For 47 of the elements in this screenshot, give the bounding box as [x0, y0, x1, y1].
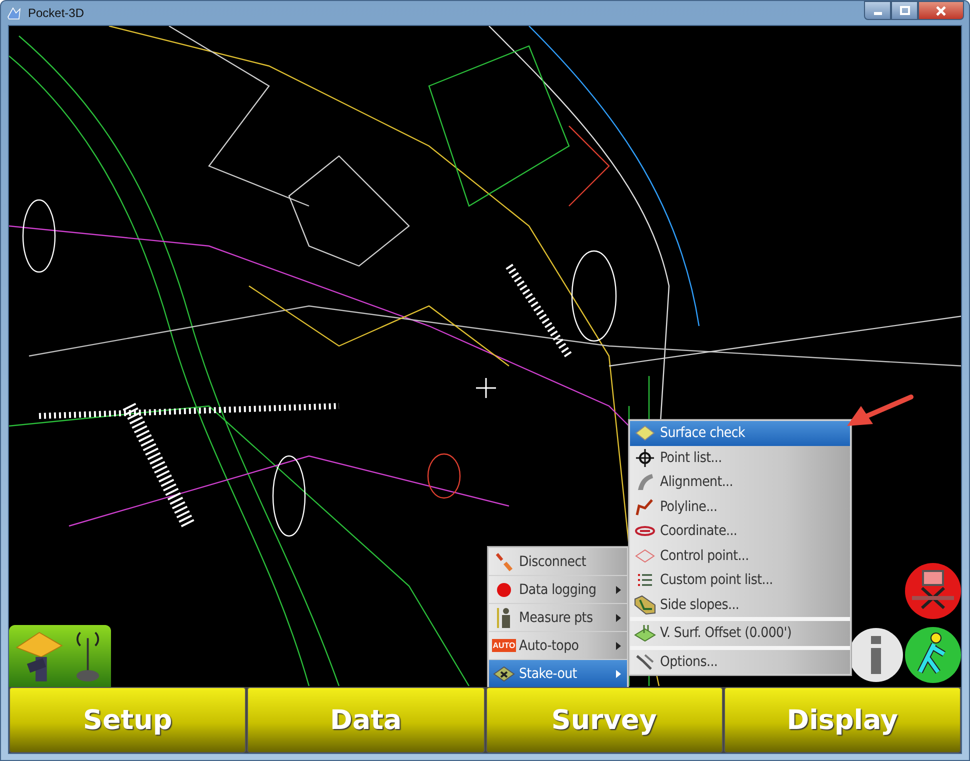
menu-item[interactable]: Point list...	[630, 446, 850, 470]
menu-item[interactable]: Data logging	[489, 576, 627, 603]
submenu-arrow-icon	[616, 642, 621, 650]
app-logo-icon	[6, 5, 22, 21]
close-icon	[935, 6, 947, 16]
polyline-icon	[635, 498, 655, 516]
menu-item[interactable]: AUTO Auto-topo	[489, 632, 627, 659]
diamond-outline-icon	[635, 548, 655, 563]
record-icon	[496, 582, 512, 598]
menu-item[interactable]: Disconnect	[489, 548, 627, 575]
crosshair-icon	[476, 378, 496, 398]
menu-item[interactable]: V. Surf. Offset (0.000')	[630, 617, 850, 646]
maximize-icon	[900, 6, 910, 16]
menu-item[interactable]: Coordinate...	[630, 519, 850, 544]
window-title: Pocket-3D	[28, 6, 84, 20]
wrench-icon	[635, 652, 655, 671]
minimize-icon	[874, 12, 882, 15]
curved-road-icon	[636, 473, 654, 492]
close-button[interactable]	[918, 1, 964, 20]
plug-icon	[494, 552, 514, 572]
device-status-panel[interactable]	[9, 625, 111, 687]
menu-item[interactable]: Control point...	[630, 544, 850, 568]
submenu-arrow-icon	[616, 670, 621, 678]
slope-icon	[634, 594, 656, 615]
menu-item[interactable]: Stake-out	[489, 660, 627, 687]
auto-badge: AUTO	[492, 639, 516, 652]
crosshair-target-icon	[636, 448, 654, 467]
minimize-button[interactable]	[864, 1, 891, 20]
menu-item[interactable]: Surface check	[630, 421, 850, 446]
station-cross-icon[interactable]	[904, 562, 961, 620]
menu-item[interactable]: Alignment...	[630, 470, 850, 494]
menu-item[interactable]: Custom point list...	[630, 568, 850, 592]
menu-item[interactable]: Options...	[630, 646, 850, 674]
surveyor-icon	[495, 606, 513, 628]
surface-icon	[634, 623, 656, 644]
info-icon[interactable]	[849, 626, 903, 684]
maximize-button[interactable]	[891, 1, 918, 20]
walking-person-icon[interactable]	[904, 626, 961, 684]
menu-item[interactable]: Side slopes...	[630, 592, 850, 617]
submenu-arrow-icon	[616, 614, 621, 622]
ellipse-icon	[635, 526, 655, 536]
submenu-arrow-icon	[616, 586, 621, 594]
menu-item[interactable]: Measure pts	[489, 604, 627, 631]
list-icon	[637, 573, 653, 588]
diamond-icon	[635, 425, 655, 442]
stake-out-icon	[493, 664, 515, 682]
menu-item[interactable]: Polyline...	[630, 494, 850, 519]
